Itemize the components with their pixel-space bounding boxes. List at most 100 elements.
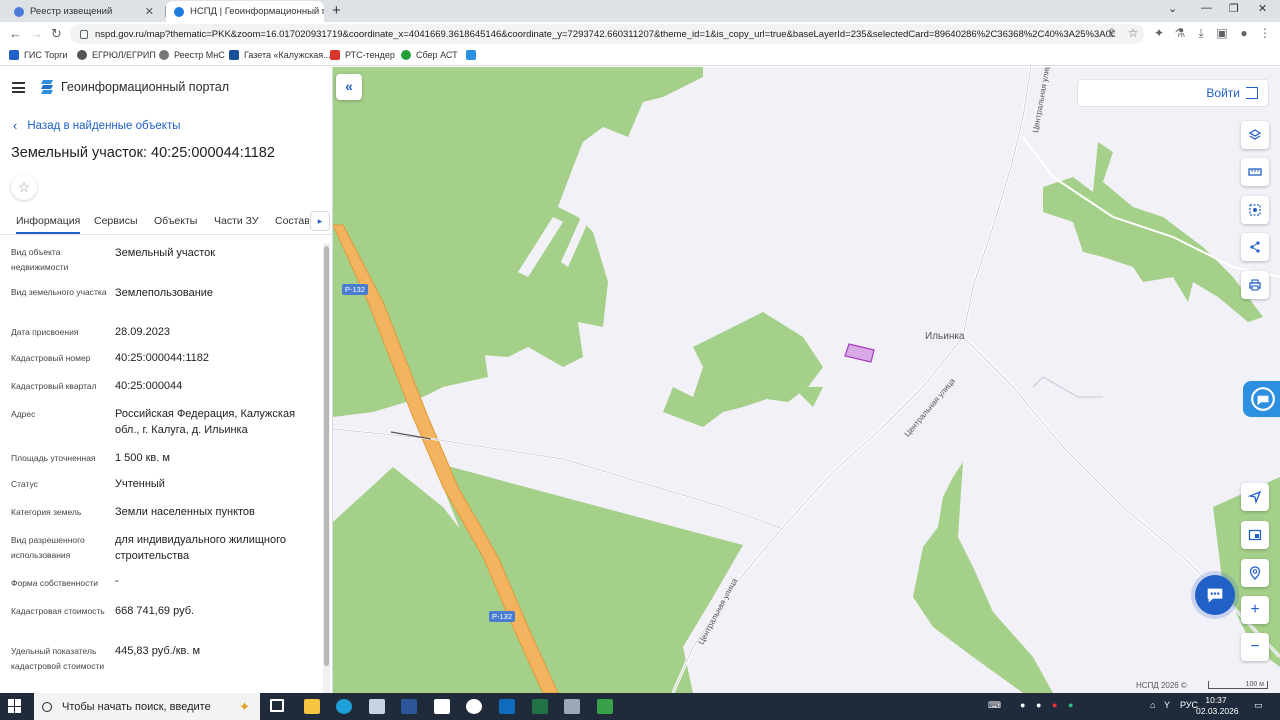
download-icon[interactable]: ⤓ [1195,27,1207,39]
bookmark-label: РТС-тендер [345,50,395,60]
bookmark-item[interactable]: ЕГРЮЛ/ЕГРИП [77,50,156,60]
login-button[interactable]: Войти [1206,86,1258,100]
bookmark-item[interactable]: ГИС Торги [9,50,67,60]
ruler-icon [1248,168,1262,176]
chrome-icon[interactable] [466,699,482,714]
zoom-in-button[interactable]: + [1241,596,1269,624]
support-chat-badge[interactable] [1243,381,1280,417]
tray-app-icon[interactable]: ● [1052,700,1057,710]
property-value: для индивидуального жилищного строительс… [115,534,287,562]
share-button[interactable] [1241,233,1269,261]
tabs-scroll-right-button[interactable]: ▸ [310,211,330,231]
tab-services[interactable]: Сервисы [94,215,138,227]
bookmark-item[interactable]: Сбер АСТ [401,50,458,60]
menu-icon[interactable]: ⋮ [1259,27,1271,39]
sidebar: Геоинформационный портал ‹ Назад в найде… [0,67,333,693]
layers-button[interactable] [1241,121,1269,149]
profile-icon[interactable]: ● [1238,27,1250,39]
windows-start-icon[interactable] [8,699,22,713]
close-window-icon[interactable]: ✕ [1258,2,1267,15]
property-label: Вид разрешенного использования [11,535,85,560]
chat-button[interactable] [1195,575,1235,615]
calculator-icon[interactable] [564,699,580,714]
bookmark-item[interactable]: Реестр МнС [159,50,225,60]
forward-icon[interactable]: → [30,26,43,41]
lock-icon [80,29,88,39]
tray-app-icon[interactable]: ● [1020,700,1025,710]
property-label: Площадь уточненная [11,453,96,463]
notifications-icon[interactable]: ▭ [1254,700,1263,711]
scrollbar-thumb[interactable] [324,246,329,666]
select-area-button[interactable] [1241,196,1269,224]
close-tab-icon[interactable]: ✕ [139,5,154,18]
new-tab-icon[interactable]: + [332,2,341,19]
tab-composition[interactable]: Состав [275,215,309,227]
search-location-button[interactable] [1241,559,1269,587]
property-label: Кадастровая стоимость [11,606,105,616]
store-icon[interactable] [369,699,385,714]
tray-app-icon[interactable]: ● [1036,700,1041,710]
print-button[interactable] [1241,271,1269,299]
property-label: Форма собственности [11,578,98,588]
bookmark-item[interactable]: Газета «Калужская... [229,50,331,60]
file-explorer-icon[interactable] [304,699,320,714]
reload-icon[interactable]: ↻ [51,26,62,42]
maximize-icon[interactable]: ❐ [1229,2,1239,15]
map-canvas[interactable] [333,67,1280,693]
zoom-out-button[interactable]: − [1241,633,1269,661]
street [1032,376,1103,398]
bookmark-star-icon[interactable]: ☆ [1127,27,1139,39]
collapse-panel-button[interactable]: « [336,74,362,100]
geolocation-icon [1248,490,1262,504]
sidebar-scrollbar[interactable] [323,243,330,693]
property-label: Кадастровый номер [11,353,91,363]
search-placeholder: Чтобы начать поиск, введите [62,700,211,713]
geolocation-button[interactable] [1241,483,1269,511]
word-icon[interactable] [401,699,417,714]
network-icon[interactable]: ⌂ [1150,700,1155,710]
minimize-icon[interactable]: — [1201,2,1212,14]
mail-icon[interactable] [434,699,450,714]
property-value: 40:25:000044 [115,380,183,392]
bookmark-label: Сбер АСТ [416,50,458,60]
bookmark-icon [401,50,411,60]
yandex-icon[interactable]: Y [1164,700,1170,710]
browser-toolbar: ← → ↻ nspd.gov.ru/map?thematic=PKK&zoom=… [0,22,1280,46]
browser-tab[interactable]: Реестр извещений ✕ [6,1,162,22]
bookmark-label: ГИС Торги [24,50,68,60]
back-icon[interactable]: ← [9,26,22,41]
map-copyright: НСПД 2026 © [1136,681,1187,690]
bookmarks-bar: ГИС Торги ЕГРЮЛ/ЕГРИП Реестр МнС Газета … [0,46,1280,66]
extensions-icon[interactable]: ✦ [1153,27,1165,39]
taskbar-search[interactable]: Чтобы начать поиск, введите ✦ [34,693,260,720]
task-view-icon[interactable] [270,699,284,712]
edge-icon[interactable] [336,699,352,714]
back-to-results-link[interactable]: ‹ Назад в найденные объекты [13,118,181,133]
tab-parts[interactable]: Части ЗУ [214,215,259,227]
outlook-icon[interactable] [499,699,515,714]
sidepanel-icon[interactable]: ▣ [1216,27,1228,39]
url-text: nspd.gov.ru/map?thematic=PKK&zoom=16.017… [95,28,1115,40]
excel-icon[interactable] [532,699,548,714]
tab-information[interactable]: Информация [16,215,81,234]
clock[interactable]: 10:37 02.03.2026 [1196,695,1239,717]
address-bar[interactable]: nspd.gov.ru/map?thematic=PKK&zoom=16.017… [70,24,1144,44]
property-label: Вид объекта недвижимости [11,247,69,272]
share-icon[interactable]: ⇪ [1106,27,1118,39]
road-badge: Р-132 [342,284,369,295]
map-view[interactable]: « Войти + − Ильинка Центральная улица Це… [333,67,1280,693]
keyboard-icon[interactable]: ⌨ [988,700,1001,711]
browser-tab-active[interactable]: НСПД | Геоинформационный п ✕ [166,1,324,22]
bookmark-item[interactable] [466,50,481,60]
bookmark-item[interactable]: РТС-тендер [330,50,395,60]
flask-icon[interactable]: ⚗ [1174,27,1186,39]
menu-icon[interactable] [12,82,25,93]
favorite-star-button[interactable]: ☆ [11,174,37,200]
tab-objects[interactable]: Объекты [154,215,197,227]
home-app-icon[interactable] [597,699,613,714]
ruler-button[interactable] [1241,158,1269,186]
minimap-button[interactable] [1241,521,1269,549]
tray-app-icon[interactable]: ● [1068,700,1073,710]
browser-tab-strip: Реестр извещений ✕ НСПД | Геоинформацион… [0,0,1280,22]
tab-search-icon[interactable]: ⌄ [1168,2,1177,15]
